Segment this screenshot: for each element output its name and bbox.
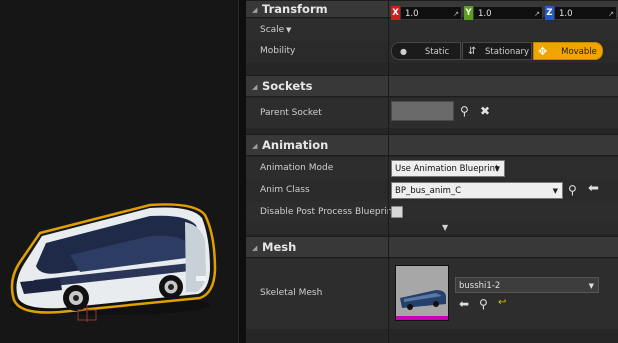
y-axis-indicator: Y	[464, 6, 473, 20]
row-scale: Scale ▼	[246, 19, 618, 41]
category-title: Sockets	[262, 79, 313, 93]
mobility-static-button[interactable]: ● Static	[391, 42, 461, 60]
static-icon: ●	[400, 47, 407, 56]
chevron-down-icon: ▼	[588, 282, 594, 290]
category-sockets[interactable]: ◢ Sockets	[246, 75, 618, 97]
search-icon[interactable]: ⚲	[460, 104, 469, 118]
panel-footer	[246, 329, 618, 343]
bus-model-preview[interactable]	[0, 0, 238, 343]
disable-post-process-label: Disable Post Process Blueprint	[260, 207, 397, 217]
scale-y-input[interactable]: 1.0 ↗	[473, 6, 543, 20]
reset-to-default-icon[interactable]: ↩	[498, 296, 506, 310]
category-title: Animation	[262, 138, 329, 152]
expand-advanced-icon[interactable]: ▼	[442, 221, 448, 235]
details-panel: ◢ Transform Scale ▼ Mobility X 1.0 ↗ Y 1.…	[246, 0, 618, 343]
viewport[interactable]	[0, 0, 238, 343]
z-axis-indicator: Z	[545, 6, 554, 20]
skeletal-mesh-dropdown[interactable]: busshi1-2 ▼	[455, 277, 599, 293]
mobility-stationary-button[interactable]: ⇵ Stationary	[462, 42, 532, 60]
anim-class-dropdown[interactable]: BP_bus_anim_C ▼	[391, 182, 563, 199]
animation-mode-label: Animation Mode	[260, 163, 334, 173]
drag-handle-icon: ↗	[608, 10, 614, 18]
category-mesh[interactable]: ◢ Mesh	[246, 236, 618, 258]
drag-handle-icon: ↗	[453, 10, 459, 18]
row-disable-post-process: Disable Post Process Blueprint	[246, 201, 618, 223]
mobility-movable-button[interactable]: ✥ Movable	[533, 42, 603, 60]
skeletal-mesh-thumbnail[interactable]	[395, 265, 449, 321]
scale-dropdown-arrow-icon[interactable]: ▼	[286, 23, 291, 37]
skeletal-mesh-label: Skeletal Mesh	[260, 288, 323, 298]
x-axis-indicator: X	[391, 6, 400, 20]
disable-post-process-checkbox[interactable]	[391, 206, 403, 218]
row-animation-mode: Animation Mode Use Animation Blueprint ▼	[246, 157, 618, 179]
scale-x-input[interactable]: 1.0 ↗	[400, 6, 462, 20]
chevron-down-icon: ▼	[494, 165, 500, 173]
scale-label: Scale	[260, 25, 285, 35]
browse-search-icon[interactable]: ⚲	[479, 297, 488, 311]
category-animation[interactable]: ◢ Animation	[246, 134, 618, 156]
category-title: Transform	[262, 2, 328, 16]
search-icon[interactable]: ⚲	[568, 183, 577, 197]
column-separator[interactable]	[388, 0, 389, 343]
chevron-down-icon: ▼	[552, 187, 558, 195]
anim-class-label: Anim Class	[260, 185, 310, 195]
row-parent-socket: Parent Socket ⚲ ✖	[246, 98, 618, 128]
move-arrows-icon: ✥	[538, 45, 548, 58]
drag-handle-icon: ↗	[534, 10, 540, 18]
parent-socket-field[interactable]	[391, 101, 454, 121]
mobility-label: Mobility	[260, 46, 296, 56]
collapse-triangle-icon: ◢	[252, 6, 258, 14]
collapse-triangle-icon: ◢	[252, 83, 258, 91]
category-title: Mesh	[262, 240, 297, 254]
collapse-triangle-icon: ◢	[252, 244, 258, 252]
use-selected-arrow-icon[interactable]: ⬅	[588, 182, 599, 196]
collapse-triangle-icon: ◢	[252, 142, 258, 150]
stationary-icon: ⇵	[468, 46, 477, 57]
row-anim-class: Anim Class BP_bus_anim_C ▼ ⚲ ⬅	[246, 179, 618, 201]
parent-socket-label: Parent Socket	[260, 108, 322, 118]
row-advanced-expander[interactable]: ▼	[246, 223, 618, 234]
scale-z-input[interactable]: 1.0 ↗	[554, 6, 617, 20]
use-selected-arrow-icon[interactable]: ⬅	[459, 297, 469, 311]
panel-splitter[interactable]	[238, 0, 246, 343]
animation-mode-dropdown[interactable]: Use Animation Blueprint ▼	[391, 160, 505, 177]
clear-icon[interactable]: ✖	[480, 104, 490, 118]
